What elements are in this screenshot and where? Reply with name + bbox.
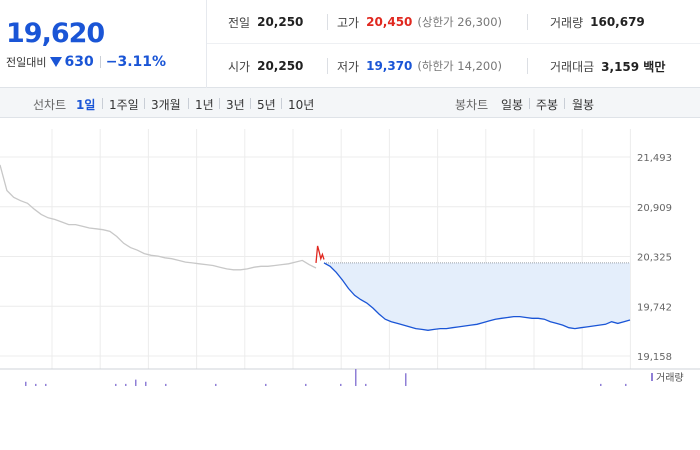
divider (102, 98, 103, 109)
open-value: 20,250 (257, 59, 304, 73)
volume-label: 거래량 (550, 15, 584, 30)
divider (529, 98, 530, 109)
period-1d[interactable]: 1일 (76, 96, 95, 113)
prev-close-label: 전일 (228, 15, 251, 30)
prior-price-line (0, 164, 317, 271)
volume-bar (405, 373, 407, 386)
lower-limit: (하한가 14,200) (417, 59, 503, 73)
volume-bar (365, 383, 367, 386)
volume-bar (625, 383, 627, 386)
volume-bar (115, 383, 117, 386)
current-price: 19,620 (6, 18, 105, 49)
candle-daily[interactable]: 일봉 (501, 96, 523, 113)
period-1w[interactable]: 1주일 (109, 96, 139, 113)
volume-bar (45, 383, 47, 386)
volume-legend-marker (651, 373, 653, 381)
low-value: 19,370 (366, 59, 413, 73)
period-5y[interactable]: 5년 (257, 96, 276, 113)
down-arrow-icon (50, 57, 63, 67)
price-chart[interactable]: 21,493 20,909 20,325 19,742 19,158 거래량 (0, 119, 700, 390)
below-reference-area (324, 262, 630, 331)
volume-bar (25, 381, 27, 386)
change-value: 630 (64, 54, 94, 70)
open-label: 시가 (228, 59, 251, 74)
y-tick-label: 19,742 (637, 302, 672, 313)
divider (144, 98, 145, 109)
divider (564, 98, 565, 109)
prev-close-value: 20,250 (257, 15, 304, 29)
volume-bar (125, 383, 127, 386)
divider (188, 98, 189, 109)
upper-limit: (상한가 26,300) (417, 15, 503, 29)
y-tick-label: 20,325 (637, 253, 672, 264)
trade-value: 3,159 백만 (601, 59, 666, 74)
volume-bar (340, 383, 342, 386)
low-cell: 저가 19,370 (하한가 14,200) (337, 44, 502, 88)
prev-close-cell: 전일 20,250 (228, 0, 303, 44)
volume-bar (35, 383, 37, 386)
volume-bar (265, 383, 267, 386)
volume-bar (165, 383, 167, 386)
volume-bar (145, 381, 147, 386)
divider (281, 98, 282, 109)
period-3m[interactable]: 3개월 (151, 96, 181, 113)
price-change: 전일대비 630 −3.11% (6, 54, 166, 70)
y-tick-label: 21,493 (637, 153, 672, 164)
change-divider (99, 56, 101, 68)
candle-weekly[interactable]: 주봉 (536, 96, 558, 113)
low-label: 저가 (337, 59, 360, 74)
change-label: 전일대비 (6, 56, 47, 69)
divider (250, 98, 251, 109)
divider (527, 14, 528, 30)
change-percent: −3.11% (105, 54, 167, 70)
line-chart-label: 선차트 (33, 98, 67, 112)
volume-bar (135, 379, 137, 386)
volume-value: 160,679 (590, 15, 645, 29)
stock-summary: 19,620 전일대비 630 −3.11% 전일 20,250 고가 20,4… (0, 0, 700, 88)
y-tick-label: 19,158 (637, 352, 672, 363)
summary-row-1: 전일 20,250 고가 20,450 (상한가 26,300) 거래량 160… (207, 0, 700, 44)
current-price-box: 19,620 전일대비 630 −3.11% (0, 0, 207, 88)
price-chart-svg: 21,493 20,909 20,325 19,742 19,158 거래량 (0, 129, 700, 386)
above-reference-line (315, 245, 325, 263)
trade-value-label: 거래대금 (550, 59, 595, 74)
high-label: 고가 (337, 15, 360, 30)
candle-monthly[interactable]: 월봉 (572, 96, 594, 113)
divider (327, 14, 328, 30)
volume-bar (600, 383, 602, 386)
divider (527, 58, 528, 74)
high-cell: 고가 20,450 (상한가 26,300) (337, 0, 502, 44)
chart-period-toolbar: 선차트 1일 1주일 3개월 1년 3년 5년 10년 봉차트 일봉 주봉 월봉 (0, 88, 700, 118)
high-value: 20,450 (366, 15, 413, 29)
period-10y[interactable]: 10년 (288, 96, 314, 113)
period-3y[interactable]: 3년 (226, 96, 245, 113)
volume-bar (355, 369, 357, 386)
trade-value-cell: 거래대금 3,159 백만 (550, 44, 665, 88)
open-cell: 시가 20,250 (228, 44, 303, 88)
divider (219, 98, 220, 109)
period-1y[interactable]: 1년 (195, 96, 214, 113)
volume-bar (305, 383, 307, 386)
divider (327, 58, 328, 74)
summary-row-2: 시가 20,250 저가 19,370 (하한가 14,200) 거래대금 3,… (207, 44, 700, 88)
volume-bar (215, 383, 217, 386)
y-tick-label: 20,909 (637, 203, 672, 214)
volume-legend-label: 거래량 (656, 372, 684, 384)
volume-cell: 거래량 160,679 (550, 0, 645, 44)
candle-chart-label: 봉차트 (455, 98, 489, 112)
